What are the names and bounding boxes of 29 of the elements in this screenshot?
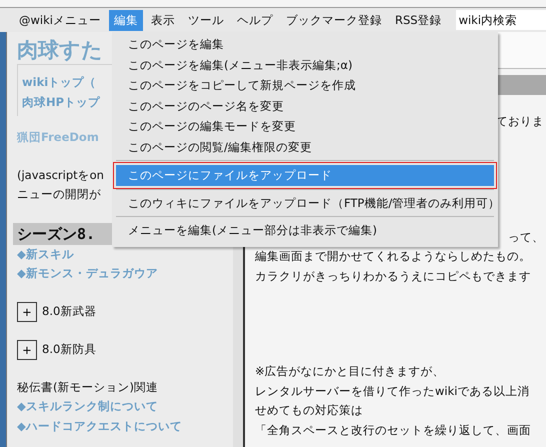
body-text: レンタルサーバーを借りて作ったwikiである以上消 [255, 382, 530, 400]
menu-option[interactable]: このページを編集(メニュー非表示編集;α) [116, 54, 494, 75]
body-text: 「全角スペースと改行のセットを繰り返して、画面 [255, 422, 532, 438]
expand-button[interactable]: + [17, 340, 37, 360]
section-label: 8.0新武器 [42, 304, 96, 319]
body-text: カラクリがきっちりわかるうえにコピペもできます [255, 268, 532, 284]
menu-item[interactable]: RSS登録 [390, 10, 447, 30]
search-field[interactable]: wiki内検索 [456, 10, 546, 30]
body-text: せめてもの対応策は [255, 402, 364, 419]
menu-item[interactable]: ブックマーク登録 [280, 10, 387, 30]
body-text: ※広告がなにかと目に付きますが、 [255, 363, 446, 380]
sidebar-text: (javascriptをon [17, 166, 104, 184]
menu-option[interactable]: このページの編集モードを変更 [116, 116, 494, 136]
menu-item[interactable]: @wikiメニュー [14, 10, 106, 30]
menu-option[interactable]: このページのページ名を変更 [116, 96, 494, 116]
menu-option[interactable]: このページを編集 [116, 34, 494, 54]
body-text: って、 [508, 228, 545, 246]
sidebar-text: ニューの開閉が [17, 186, 101, 203]
menu-item[interactable]: ヘルプ [232, 10, 278, 30]
menu-item[interactable]: ツール [182, 10, 229, 30]
menu-option[interactable]: このウィキにファイルをアップロード（FTP機能/管理者のみ利用可） [116, 192, 494, 213]
menu-item[interactable]: 表示 [146, 10, 180, 30]
menu-option[interactable]: このページの閲覧/編集権限の変更 [116, 136, 494, 157]
section-label: 8.0新防具 [42, 342, 96, 357]
menu-option[interactable]: このページをコピーして新規ページを作成 [116, 75, 494, 96]
sidebar-text: 秘伝書(新モーション)関連 [17, 378, 158, 396]
body-text: 編集画面まで開かせてくれるようならしめたもの。 [255, 248, 532, 265]
site-title: 肉球すた [17, 37, 103, 64]
expand-button[interactable]: + [17, 302, 37, 322]
